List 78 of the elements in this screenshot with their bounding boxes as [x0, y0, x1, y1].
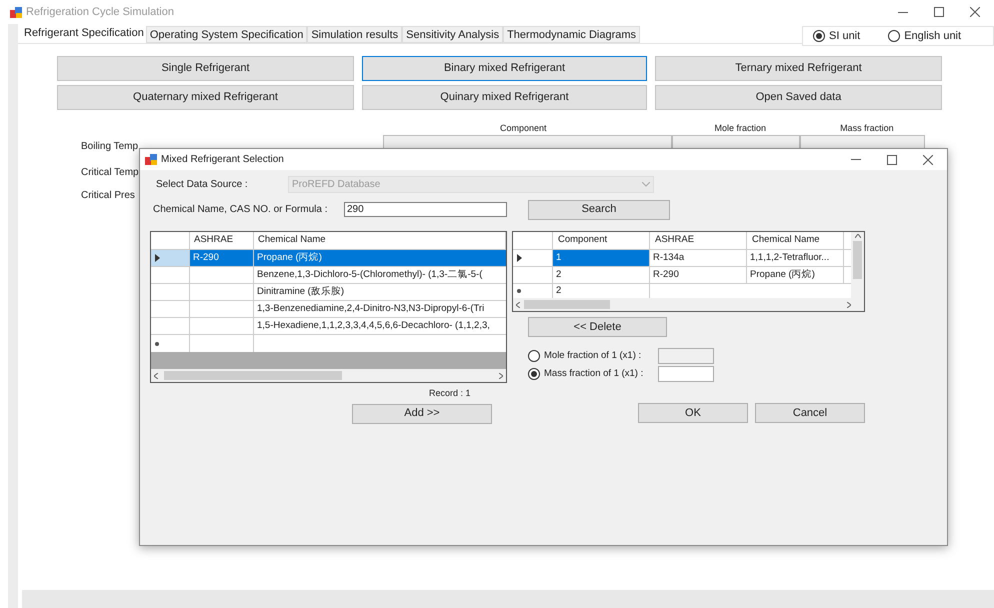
- delete-button[interactable]: << Delete: [528, 317, 667, 337]
- vertical-scrollbar[interactable]: [851, 232, 864, 298]
- tab[interactable]: Simulation results: [307, 26, 402, 43]
- refrigerant-type-button[interactable]: Open Saved data: [655, 85, 942, 110]
- refrigerant-type-button[interactable]: Single Refrigerant: [57, 56, 354, 81]
- radio-button[interactable]: [528, 368, 540, 380]
- refrigerant-type-button[interactable]: Quaternary mixed Refrigerant: [57, 85, 354, 110]
- radio-button[interactable]: [888, 30, 900, 42]
- table-cell-text: 1,5-Hexadiene,1,1,2,3,3,4,4,5,6,6-Decachloro- (1,1,2,3,: [256, 318, 491, 333]
- record-count: Record : 1: [429, 387, 471, 400]
- column-header: Mass fraction: [840, 122, 894, 134]
- table-cell-text: Dinitramine (敌乐胺): [256, 284, 346, 299]
- column-header: Component: [500, 122, 547, 134]
- search-label: Chemical Name, CAS NO. or Formula :: [153, 203, 328, 217]
- table-cell: Propane (丙烷): [747, 267, 844, 283]
- scroll-right-icon[interactable]: [499, 372, 503, 378]
- window-title: Refrigeration Cycle Simulation: [26, 4, 174, 20]
- scroll-left-icon[interactable]: [154, 372, 158, 378]
- dialog-title: Mixed Refrigerant Selection: [161, 153, 284, 167]
- result-row[interactable]: 1,3-Benzenediamine,2,4-Dinitro-N3,N3-Dipropyl-6-(Tri: [151, 301, 506, 318]
- unit-label: SI unit: [829, 28, 860, 44]
- refrigerant-type-button[interactable]: Quinary mixed Refrigerant: [362, 85, 647, 110]
- column-header: ASHRAE: [190, 232, 254, 249]
- table-cell: R-290: [650, 267, 747, 283]
- app-icon: [145, 154, 157, 165]
- tab[interactable]: Sensitivity Analysis: [402, 26, 504, 43]
- scroll-left-icon[interactable]: [516, 302, 520, 308]
- table-cell-text: Benzene,1,3-Dichloro-5-(Chloromethyl)- (1,3-二氯-5-(: [256, 268, 484, 282]
- scroll-up-icon[interactable]: [854, 234, 860, 238]
- horizontal-scrollbar[interactable]: [513, 298, 864, 311]
- table-cell: 1,1,1,2-Tetrafluor...: [747, 250, 844, 266]
- table-cell: R-134a: [650, 250, 747, 266]
- table-cell[interactable]: 2: [553, 267, 650, 283]
- chevron-down-icon: [642, 182, 650, 187]
- unit-label: English unit: [904, 28, 962, 44]
- ok-button[interactable]: OK: [638, 403, 748, 423]
- table-cell-text: 1,3-Benzenediamine,2,4-Dinitro-N3,N3-Dipropyl-6-(Tri: [256, 302, 486, 316]
- table-cell: R-290: [190, 250, 254, 266]
- result-row[interactable]: Dinitramine (敌乐胺): [151, 284, 506, 301]
- horizontal-scrollbar[interactable]: [151, 369, 506, 382]
- tab[interactable]: Operating System Specification: [146, 26, 308, 43]
- new-row-icon: [155, 342, 159, 346]
- data-source-label: Select Data Source :: [156, 178, 249, 192]
- column-header: Chemical Name: [747, 232, 844, 249]
- close-icon[interactable]: [923, 154, 933, 164]
- search-button[interactable]: Search: [528, 200, 670, 220]
- table-cell-text: Propane (丙烷): [256, 250, 323, 265]
- search-field[interactable]: 290: [344, 202, 507, 217]
- result-row[interactable]: 1,5-Hexadiene,1,1,2,3,3,4,4,5,6,6-Decachloro- (1,1,2,3,: [151, 318, 506, 335]
- column-header: Mole fraction: [714, 122, 766, 134]
- app-icon: [10, 6, 22, 18]
- property-label: Boiling Temp: [81, 140, 138, 154]
- add-button[interactable]: Add >>: [352, 404, 492, 424]
- maximize-icon[interactable]: [934, 7, 944, 17]
- fraction-option-label: Mass fraction of 1 (x1) :: [544, 366, 644, 381]
- refrigerant-type-button[interactable]: Binary mixed Refrigerant: [362, 56, 647, 81]
- radio-button[interactable]: [528, 350, 540, 362]
- new-row-icon: [517, 289, 521, 293]
- scroll-right-icon[interactable]: [847, 302, 851, 308]
- tab[interactable]: Thermodynamic Diagrams: [503, 26, 640, 43]
- column-header: Component: [553, 232, 650, 249]
- radio-button[interactable]: [813, 30, 825, 42]
- table-cell[interactable]: 1: [553, 250, 650, 266]
- current-row-icon: [517, 254, 522, 262]
- maximize-icon[interactable]: [887, 154, 897, 164]
- result-row[interactable]: R-290 Propane (丙烷): [151, 250, 506, 267]
- refrigerant-type-button[interactable]: Ternary mixed Refrigerant: [655, 56, 942, 81]
- fraction-option-label: Mole fraction of 1 (x1) :: [544, 348, 642, 363]
- current-row-icon: [155, 254, 160, 262]
- property-label: Critical Pres: [81, 189, 135, 203]
- result-row[interactable]: Benzene,1,3-Dichloro-5-(Chloromethyl)- (1,3-二氯-5-(: [151, 267, 506, 284]
- property-label: Critical Temp: [81, 166, 139, 180]
- cancel-button[interactable]: Cancel: [755, 403, 865, 423]
- close-icon[interactable]: [970, 7, 980, 17]
- column-header: ASHRAE: [650, 232, 747, 249]
- fraction-field[interactable]: [658, 348, 714, 364]
- fraction-field[interactable]: [658, 366, 714, 382]
- column-header: Chemical Name: [254, 232, 506, 249]
